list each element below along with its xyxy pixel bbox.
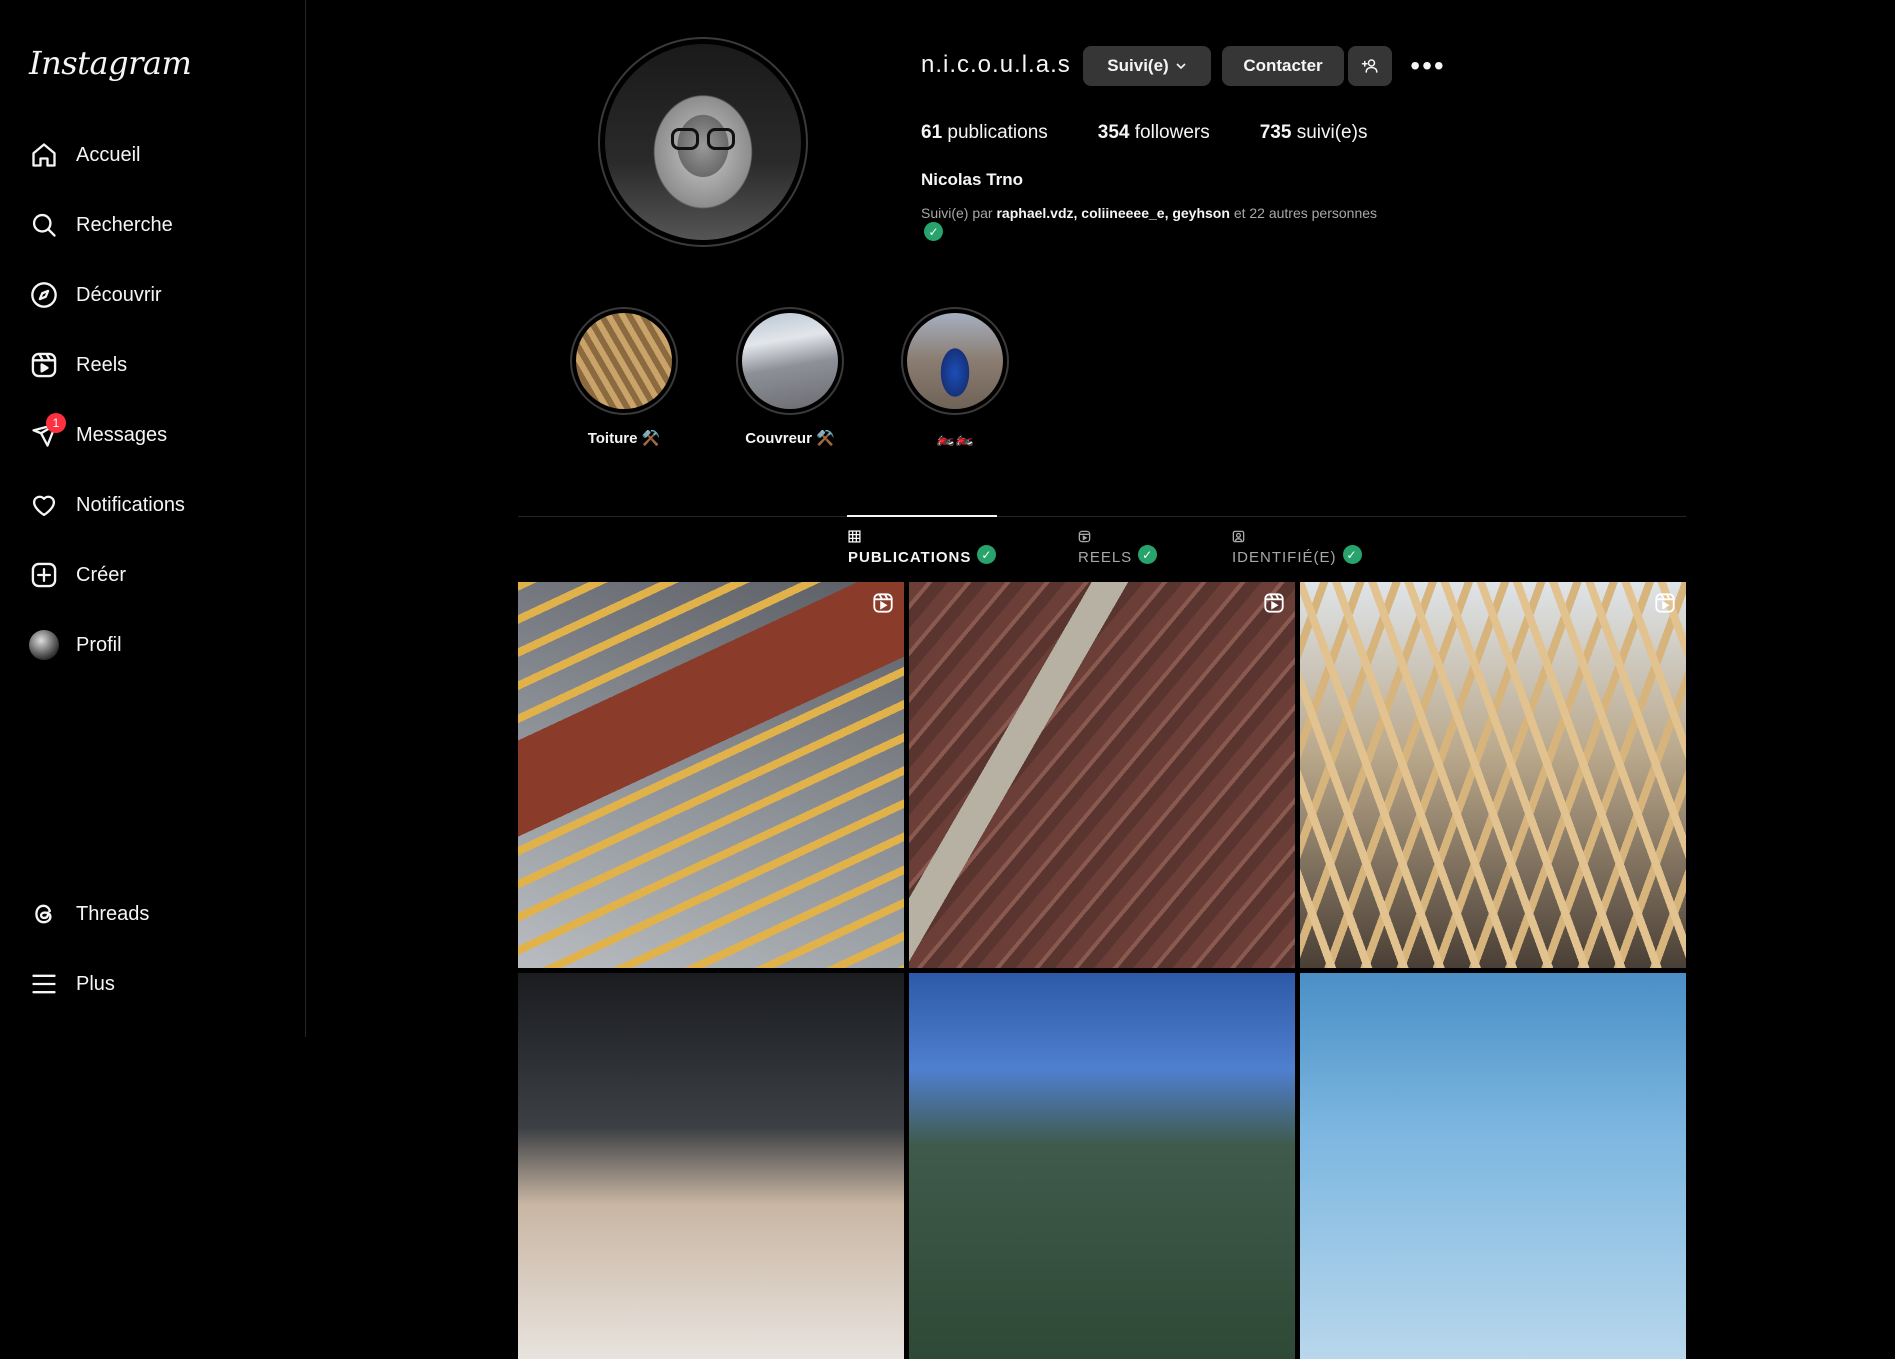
sidebar-item-home[interactable]: Accueil xyxy=(16,125,290,185)
sidebar-item-label: Profil xyxy=(76,633,122,656)
tab-tagged[interactable]: IDENTIFIÉ(E) ✓ xyxy=(1232,530,1362,566)
highlight-label: Toiture ⚒️ xyxy=(587,430,661,447)
highlight-item[interactable]: Toiture ⚒️ xyxy=(569,307,679,447)
highlight-label: 🏍️🏍️ xyxy=(936,430,974,447)
sidebar-item-messages[interactable]: 1 Messages xyxy=(16,405,290,465)
sidebar-item-threads[interactable]: Threads xyxy=(16,884,290,944)
threads-icon xyxy=(28,898,60,930)
tab-reels[interactable]: REELS ✓ xyxy=(1078,530,1158,566)
tabs-divider xyxy=(518,516,1686,517)
sidebar-item-label: Créer xyxy=(76,563,127,586)
following-button[interactable]: Suivi(e) xyxy=(1083,46,1211,86)
menu-icon xyxy=(28,968,60,1000)
highlight-label: Couvreur ⚒️ xyxy=(745,430,835,447)
contact-button[interactable]: Contacter xyxy=(1222,46,1344,86)
tagged-icon xyxy=(1232,530,1362,546)
messages-icon: 1 xyxy=(28,413,66,451)
profile-username: n.i.c.o.u.l.a.s xyxy=(921,51,1071,78)
create-icon xyxy=(28,559,60,591)
highlight-cover xyxy=(570,307,678,415)
add-user-icon xyxy=(1361,59,1378,73)
post-thumbnail[interactable] xyxy=(909,973,1295,1359)
followers-label: followers xyxy=(1134,122,1210,143)
sidebar-item-explore[interactable]: Découvrir xyxy=(16,265,290,325)
sidebar: Instagram Accueil Recherche Découvrir Re… xyxy=(0,0,306,1037)
sidebar-item-search[interactable]: Recherche xyxy=(16,195,290,255)
following-stat[interactable]: 735 suivi(e)s xyxy=(1260,122,1368,144)
sidebar-item-notifications[interactable]: Notifications xyxy=(16,475,290,535)
sidebar-item-more[interactable]: Plus xyxy=(16,954,290,1014)
profile-full-name: Nicolas Trno xyxy=(921,170,1024,189)
sidebar-item-reels[interactable]: Reels xyxy=(16,335,290,395)
instagram-logo[interactable]: Instagram xyxy=(29,44,192,82)
reels-icon xyxy=(28,349,60,381)
suggested-users-button[interactable] xyxy=(1348,46,1392,86)
profile-stats: 61 publications 354 followers 735 suivi(… xyxy=(921,122,1417,144)
followed-by-text[interactable]: Suivi(e) par raphael.vdz, coliineeee_e, … xyxy=(921,205,1377,221)
post-thumbnail[interactable] xyxy=(1300,973,1686,1359)
sidebar-item-create[interactable]: Créer xyxy=(16,545,290,605)
more-options-icon[interactable]: ••• xyxy=(1410,50,1446,81)
followers-count: 354 xyxy=(1097,122,1130,143)
profile-main: n.i.c.o.u.l.a.s Suivi(e) Contacter ••• 6… xyxy=(306,0,1895,1359)
posts-count: 61 xyxy=(921,122,943,143)
sidebar-item-label: Découvrir xyxy=(76,283,162,306)
tab-label: IDENTIFIÉ(E) xyxy=(1232,549,1337,566)
following-button-label: Suivi(e) xyxy=(1107,56,1169,75)
followers-stat[interactable]: 354 followers xyxy=(1098,122,1210,144)
highlight-cover xyxy=(736,307,844,415)
tab-label: PUBLICATIONS xyxy=(848,549,972,566)
tab-label: REELS xyxy=(1078,549,1133,566)
reels-icon xyxy=(1078,530,1157,546)
search-icon xyxy=(28,209,60,241)
post-thumbnail[interactable] xyxy=(518,582,904,968)
home-icon xyxy=(28,139,60,171)
profile-photo xyxy=(605,44,801,240)
glasses-detail xyxy=(671,128,737,150)
highlight-item[interactable]: Couvreur ⚒️ xyxy=(735,307,845,447)
highlight-cover xyxy=(901,307,1009,415)
sidebar-item-label: Accueil xyxy=(76,143,141,166)
check-icon: ✓ xyxy=(1138,545,1158,564)
sidebar-bottom-nav: Threads Plus xyxy=(16,884,290,1024)
tab-publications[interactable]: PUBLICATIONS ✓ xyxy=(848,530,997,566)
posts-stat[interactable]: 61 publications xyxy=(921,122,1048,144)
check-icon: ✓ xyxy=(924,222,943,241)
active-tab-indicator xyxy=(847,515,997,517)
compass-icon xyxy=(28,279,60,311)
sidebar-item-profile[interactable]: Profil xyxy=(16,615,290,675)
post-thumbnail[interactable] xyxy=(518,973,904,1359)
grid-icon xyxy=(848,530,996,546)
avatar xyxy=(28,629,60,661)
profile-picture[interactable] xyxy=(598,37,808,247)
reel-icon xyxy=(873,593,893,613)
followed-by-names: raphael.vdz, coliineeee_e, geyhson xyxy=(996,205,1230,221)
reel-icon xyxy=(1655,593,1675,613)
unread-badge: 1 xyxy=(46,413,66,433)
check-icon: ✓ xyxy=(1342,545,1362,564)
sidebar-item-label: Messages xyxy=(76,423,168,446)
sidebar-nav: Accueil Recherche Découvrir Reels 1 Mess… xyxy=(16,125,290,685)
sidebar-item-label: Notifications xyxy=(76,493,185,516)
sidebar-item-label: Recherche xyxy=(76,213,173,236)
posts-label: publications xyxy=(947,122,1048,143)
post-thumbnail[interactable] xyxy=(909,582,1295,968)
reel-icon xyxy=(1264,593,1284,613)
chevron-down-icon xyxy=(1176,63,1186,70)
highlight-item[interactable]: 🏍️🏍️ xyxy=(900,307,1010,447)
sidebar-item-label: Plus xyxy=(76,972,115,995)
following-label: suivi(e)s xyxy=(1296,122,1368,143)
post-thumbnail[interactable] xyxy=(1300,582,1686,968)
heart-icon xyxy=(28,489,60,521)
sidebar-item-label: Reels xyxy=(76,353,128,376)
followed-by-prefix: Suivi(e) par xyxy=(921,205,993,221)
followed-by-suffix: et 22 autres personnes xyxy=(1233,205,1378,221)
sidebar-item-label: Threads xyxy=(76,902,150,925)
following-count: 735 xyxy=(1259,122,1292,143)
check-icon: ✓ xyxy=(977,545,997,564)
